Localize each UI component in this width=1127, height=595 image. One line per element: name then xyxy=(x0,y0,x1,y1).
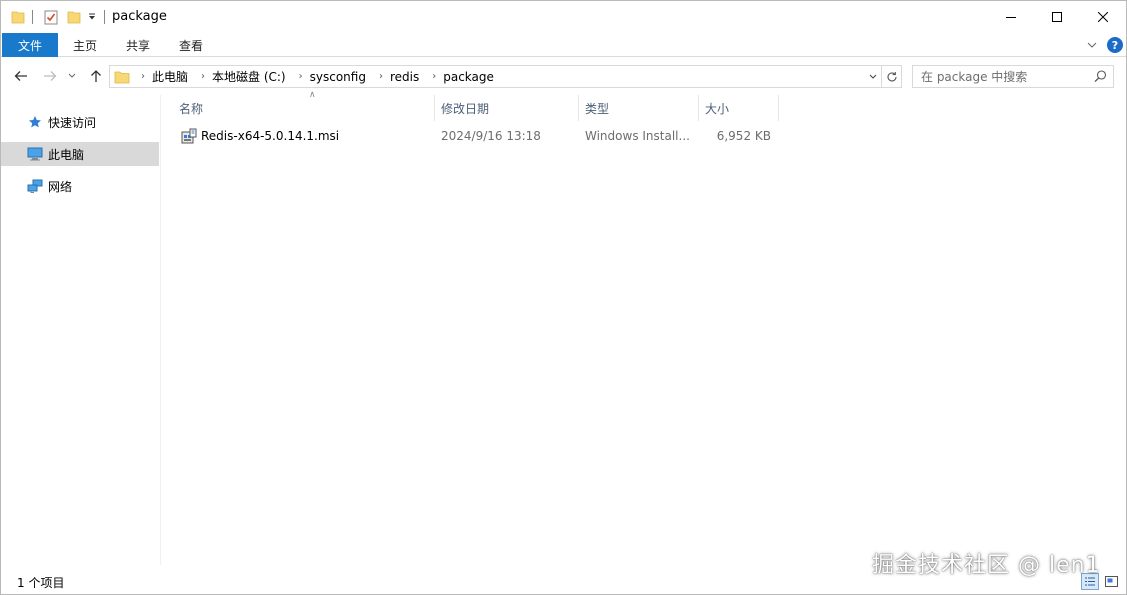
nav-item-quick-access[interactable]: 快速访问 xyxy=(1,110,159,134)
tab-home[interactable]: 主页 xyxy=(61,33,109,57)
new-folder-icon[interactable] xyxy=(67,7,81,27)
item-count: 1 个项目 xyxy=(17,576,65,590)
column-divider[interactable] xyxy=(778,95,779,121)
minimize-button[interactable] xyxy=(988,1,1034,33)
column-header-label: 大小 xyxy=(705,101,730,116)
column-header-size[interactable]: 大小 xyxy=(699,95,778,121)
search-icon[interactable] xyxy=(1094,70,1107,86)
arrow-up-icon xyxy=(91,70,101,82)
address-bar[interactable]: › 此电脑 › 本地磁盘 (C:) › sysconfig › redis › … xyxy=(109,65,882,88)
chevron-down-icon xyxy=(869,74,876,79)
breadcrumb-separator[interactable]: › xyxy=(425,71,443,82)
tab-file[interactable]: 文件 xyxy=(2,33,58,57)
close-button[interactable] xyxy=(1080,1,1126,33)
expand-ribbon-button[interactable] xyxy=(1087,37,1097,53)
column-header-name[interactable]: ∧ 名称 xyxy=(173,90,433,121)
breadcrumb-separator[interactable]: › xyxy=(372,71,390,82)
toolbar-separator xyxy=(32,10,33,24)
refresh-button[interactable] xyxy=(882,65,902,88)
star-icon xyxy=(27,114,43,130)
arrow-right-icon xyxy=(44,71,57,81)
large-icons-view-button[interactable] xyxy=(1102,573,1120,590)
folder-icon xyxy=(114,69,130,85)
properties-icon[interactable] xyxy=(44,7,58,27)
toolbar-separator xyxy=(104,10,105,24)
file-name: Redis-x64-5.0.14.1.msi xyxy=(201,129,340,143)
search-box[interactable] xyxy=(912,65,1114,88)
nav-item-this-pc[interactable]: 此电脑 xyxy=(1,142,159,166)
nav-item-label: 网络 xyxy=(48,179,73,194)
column-header-label: 名称 xyxy=(179,101,204,116)
file-size: 6,952 KB xyxy=(716,129,771,143)
tab-view[interactable]: 查看 xyxy=(167,33,215,57)
file-modified: 2024/9/16 13:18 xyxy=(441,129,541,143)
file-type: Windows Install... xyxy=(585,129,690,143)
file-list: ∧ 名称 修改日期 类型 大小 Redis-x64-5.0.14.1.msi 2… xyxy=(163,90,1125,565)
breadcrumb-redis[interactable]: redis xyxy=(390,70,419,84)
breadcrumb-separator[interactable]: › xyxy=(292,71,310,82)
up-button[interactable] xyxy=(86,65,106,87)
column-header-modified[interactable]: 修改日期 xyxy=(435,95,578,121)
breadcrumb-package[interactable]: package xyxy=(443,70,494,84)
navigation-bar: › 此电脑 › 本地磁盘 (C:) › sysconfig › redis › … xyxy=(1,63,1126,89)
ribbon-tabs: 文件 主页 共享 查看 ? xyxy=(1,33,1126,57)
nav-item-label: 快速访问 xyxy=(48,115,97,130)
arrow-left-icon xyxy=(14,71,27,81)
breadcrumb-this-pc[interactable]: 此电脑 xyxy=(152,68,188,85)
breadcrumb-sysconfig[interactable]: sysconfig xyxy=(310,70,366,84)
nav-item-network[interactable]: 网络 xyxy=(1,174,159,198)
forward-button[interactable] xyxy=(40,65,60,87)
minimize-icon xyxy=(1006,17,1016,18)
nav-item-label: 此电脑 xyxy=(48,147,85,162)
column-header-label: 类型 xyxy=(585,101,610,116)
sort-ascending-icon: ∧ xyxy=(309,90,316,100)
address-history-button[interactable] xyxy=(863,66,881,87)
navigation-pane: 快速访问 此电脑 网络 xyxy=(1,95,161,565)
large-icons-view-icon xyxy=(1104,576,1118,587)
back-button[interactable] xyxy=(11,65,31,87)
search-input[interactable] xyxy=(913,69,1083,84)
breadcrumb-separator[interactable]: › xyxy=(134,71,152,82)
folder-icon xyxy=(11,7,25,27)
tab-share[interactable]: 共享 xyxy=(114,33,162,57)
watermark: 掘金技术社区 @ len1 xyxy=(872,553,1101,578)
recent-locations-button[interactable] xyxy=(65,65,79,87)
column-header-type[interactable]: 类型 xyxy=(579,95,698,121)
maximize-icon xyxy=(1052,12,1062,22)
window-title: package xyxy=(112,9,167,24)
chevron-down-icon xyxy=(1087,42,1097,48)
help-button[interactable]: ? xyxy=(1107,37,1123,53)
chevron-down-icon xyxy=(68,73,76,78)
customize-toolbar-icon[interactable] xyxy=(87,7,97,27)
explorer-window: package 文件 主页 共享 查看 ? › 此电脑 › 本地磁盘 (C:) … xyxy=(0,0,1127,595)
computer-icon xyxy=(27,146,43,162)
network-icon xyxy=(27,178,43,194)
refresh-icon xyxy=(886,71,897,81)
breadcrumb-local-disk[interactable]: 本地磁盘 (C:) xyxy=(212,68,286,85)
msi-installer-icon xyxy=(181,125,197,147)
breadcrumb-separator[interactable]: › xyxy=(194,71,212,82)
close-icon xyxy=(1098,12,1108,22)
title-bar: package xyxy=(1,1,1126,33)
column-header-label: 修改日期 xyxy=(441,101,490,116)
maximize-button[interactable] xyxy=(1034,1,1080,33)
file-row[interactable]: Redis-x64-5.0.14.1.msi 2024/9/16 13:18 W… xyxy=(173,125,779,147)
help-icon: ? xyxy=(1107,37,1123,53)
